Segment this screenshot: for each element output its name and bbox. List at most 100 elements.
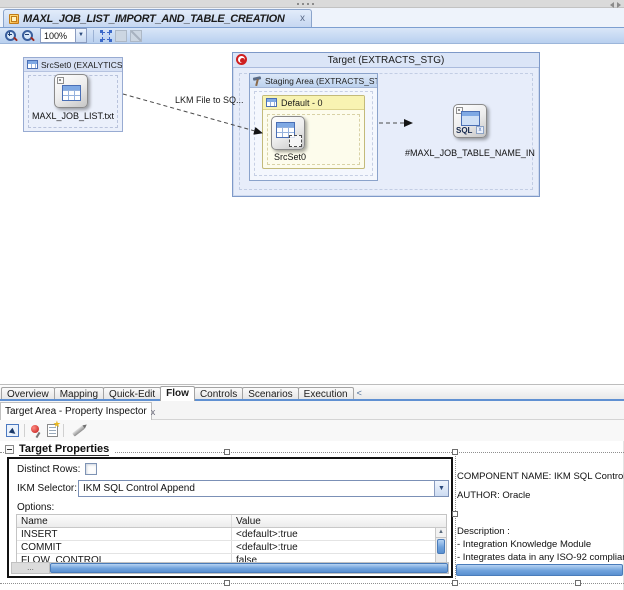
section-title: Target Properties [19,443,109,456]
km-author: AUTHOR: Oracle [457,490,624,501]
tab-mapping[interactable]: Mapping [54,387,104,401]
tab-scroll-back-icon[interactable]: < [357,386,362,401]
staging-area-header[interactable]: Staging Area (EXTRACTS_ST [250,74,377,88]
ikm-selector-label: IKM Selector: [17,483,77,494]
tab-maxl-job-list-interface[interactable]: MAXL_JOB_LIST_IMPORT_AND_TABLE_CREATION … [3,9,312,27]
options-label: Options: [17,502,54,513]
default-group-title: Default - 0 [281,98,323,108]
source-set-title: SrcSet0 (EXALYTICS_I [41,60,122,70]
column-header-name: Name [17,515,232,527]
options-horizontal-scrollbar[interactable]: ... [11,562,449,574]
km-component-name: COMPONENT NAME: IKM SQL Control Appen [457,471,624,482]
srcset-node-icon[interactable] [271,116,305,150]
target-box[interactable]: Target (EXTRACTS_STG) Staging Area (EXTR… [232,52,540,197]
interface-icon [9,14,19,24]
option-name: INSERT [17,528,232,540]
default-group-header[interactable]: Default - 0 [263,96,364,110]
top-splitter-bar[interactable] [0,0,624,8]
tab-execution[interactable]: Execution [298,387,354,401]
lkm-link-label[interactable]: LKM File to SQ... [175,95,244,105]
table-vertical-scrollbar[interactable]: ▲ [435,528,446,564]
zoom-level-select[interactable]: 100% ▼ [40,28,87,43]
table-grid-icon [266,98,277,107]
default-group-box[interactable]: Default - 0 SrcSet0 [262,95,365,169]
distinct-rows-checkbox[interactable] [85,463,97,475]
source-set-header[interactable]: SrcSet0 (EXALYTICS_I [24,58,122,72]
pencil-icon [72,425,85,436]
option-name: COMMIT [17,541,232,553]
staging-area-title: Staging Area (EXTRACTS_ST [265,76,377,86]
selection-handle[interactable] [452,511,458,517]
selection-handle[interactable] [452,580,458,586]
chevron-down-icon[interactable]: ▼ [434,481,448,496]
tab-flow[interactable]: Flow [160,386,195,401]
note-star-icon[interactable]: ★ [47,424,58,437]
tab-quick-edit[interactable]: Quick-Edit [103,387,161,401]
target-title: Target (EXTRACTS_STG) [328,55,445,66]
scroll-up-icon[interactable]: ▲ [436,528,446,538]
close-icon[interactable]: x [151,407,156,417]
property-inspector-tab-title: Target Area - Property Inspector [5,406,147,417]
selection-handle[interactable] [224,449,230,455]
odi-window: MAXL_JOB_LIST_IMPORT_AND_TABLE_CREATION … [0,0,624,590]
options-table: Name Value INSERT <default>:true COMMIT … [16,514,447,565]
diagram-toolbar: 100% ▼ [0,27,624,44]
source-file-node-icon[interactable] [54,74,88,108]
sql-text: SQL [456,126,472,135]
selection-handle[interactable] [575,580,581,586]
selection-handle[interactable] [224,580,230,586]
tab-overview[interactable]: Overview [1,387,55,401]
km-description-title: Description : [457,526,624,537]
pushpin-icon[interactable] [30,424,42,438]
staging-area-box[interactable]: Staging Area (EXTRACTS_ST Default - 0 Sr… [249,73,378,181]
distinct-rows-label: Distinct Rows: [17,464,80,475]
collapse-minus-icon[interactable] [5,445,14,454]
selection-dotted-line [0,583,624,584]
editor-tab-bar: MAXL_JOB_LIST_IMPORT_AND_TABLE_CREATION … [0,8,624,27]
km-horizontal-scrollbar[interactable] [456,564,623,576]
zoom-in-icon[interactable] [4,29,18,43]
sql-table-node-icon[interactable]: SQL x [453,104,487,138]
chevron-down-icon[interactable]: ▼ [75,29,86,42]
link-mode-icon [130,30,142,42]
tab-target-area-property-inspector[interactable]: Target Area - Property Inspector x [0,402,152,420]
scrollbar-left-box[interactable]: ... [12,563,50,573]
tab-scenarios[interactable]: Scenarios [242,387,298,401]
option-value[interactable]: <default>:true [232,541,446,553]
fit-diagram-icon[interactable] [100,30,112,42]
scrollbar-thumb[interactable] [437,539,445,554]
ikm-selector-value: IKM SQL Control Append [83,483,195,494]
record-red-icon [236,54,247,65]
source-file-label: MAXL_JOB_LIST.txt [24,111,122,121]
tab-controls[interactable]: Controls [194,387,243,401]
toolbar-separator [93,30,94,42]
close-icon[interactable]: x [299,14,306,24]
km-description-line: - Integrates data in any ISO-92 complian… [457,552,624,563]
srcset-node-label: SrcSet0 [260,152,320,162]
hammer-icon [252,76,262,86]
source-set-box[interactable]: SrcSet0 (EXALYTICS_I MAXL_JOB_LIST.txt [23,57,123,132]
flow-diagram-canvas[interactable]: SrcSet0 (EXALYTICS_I MAXL_JOB_LIST.txt T… [0,44,624,384]
select-arrow-icon[interactable] [6,424,19,437]
selection-dotted-line [455,452,456,583]
target-properties-panel: Distinct Rows: IKM Selector: IKM SQL Con… [7,457,453,578]
selection-dash-icon [289,135,302,147]
node-corner-icon [57,77,64,84]
toolbar-separator [24,424,25,437]
splitter-dots-icon[interactable] [297,3,314,5]
window-glyph-icon [461,111,480,126]
target-properties-section: Target Properties [5,443,115,456]
ikm-selector-select[interactable]: IKM SQL Control Append ▼ [78,480,449,497]
table-row[interactable]: INSERT <default>:true [17,528,446,541]
star-glyph: ★ [53,420,61,429]
table-row[interactable]: COMMIT <default>:true [17,541,446,554]
selection-handle[interactable] [452,449,458,455]
column-header-value: Value [232,515,446,527]
editor-tab-title: MAXL_JOB_LIST_IMPORT_AND_TABLE_CREATION [23,13,285,25]
property-inspector-toolbar: ★ [0,420,624,441]
scrollbar-thumb[interactable] [50,563,448,573]
target-header[interactable]: Target (EXTRACTS_STG) [233,53,539,68]
editor-view-tabs: Overview Mapping Quick-Edit Flow Control… [0,384,624,401]
zoom-out-icon[interactable] [21,29,35,43]
option-value[interactable]: <default>:true [232,528,446,540]
